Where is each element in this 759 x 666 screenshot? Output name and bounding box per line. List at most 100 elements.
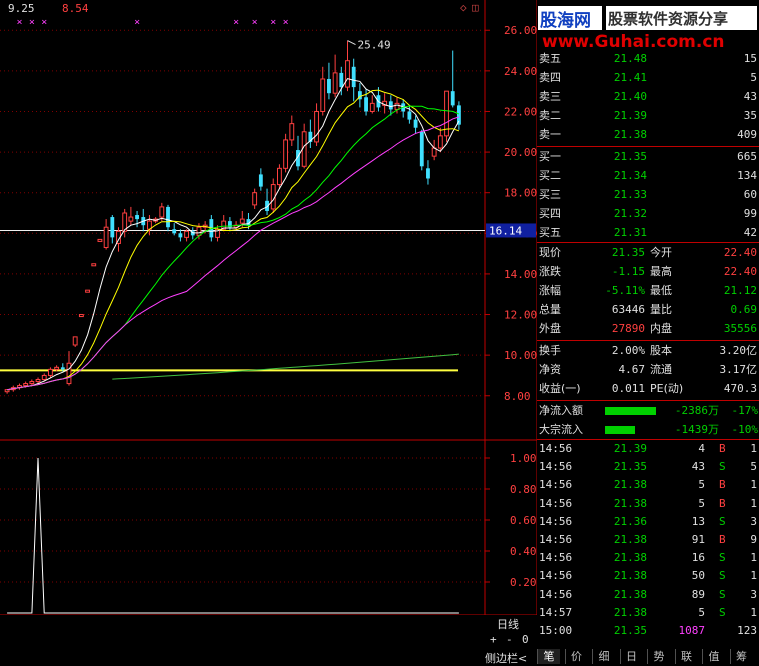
candle[interactable] <box>357 83 362 108</box>
candle[interactable] <box>437 127 443 153</box>
candle[interactable] <box>97 238 103 242</box>
tick-row[interactable]: 14:56 21.38 91 B 9 <box>537 531 759 549</box>
candle[interactable] <box>345 40 350 92</box>
candle[interactable] <box>456 101 461 130</box>
candle[interactable] <box>91 263 97 267</box>
tick-volume: 4 <box>698 442 705 455</box>
bid-row: 买五 21.31 42 <box>537 224 759 242</box>
tab-2[interactable]: 细 <box>592 649 615 664</box>
candle[interactable] <box>308 119 313 149</box>
candle[interactable] <box>128 206 134 226</box>
candle[interactable] <box>258 168 263 191</box>
tick-row[interactable]: 14:56 21.38 5 B 1 <box>537 495 759 513</box>
ask-volume: 5 <box>750 71 757 84</box>
candle[interactable] <box>252 188 258 209</box>
candle[interactable] <box>103 219 109 250</box>
zoom-in-button[interactable]: + <box>490 633 497 646</box>
candle[interactable] <box>401 99 406 118</box>
candle[interactable] <box>419 129 424 171</box>
candle[interactable] <box>141 208 146 232</box>
candle[interactable] <box>289 115 295 146</box>
tick-row[interactable]: 14:56 21.36 13 S 3 <box>537 513 759 531</box>
candle[interactable] <box>270 178 276 213</box>
candle[interactable] <box>178 229 183 242</box>
ask-price: 21.40 <box>613 90 647 103</box>
tick-count: 123 <box>737 624 757 637</box>
candle[interactable] <box>72 336 78 348</box>
candle[interactable] <box>388 95 393 116</box>
tab-0[interactable]: 笔 <box>537 649 560 664</box>
signal-marker: × <box>283 17 289 28</box>
tick-price: 21.38 <box>613 496 647 510</box>
candle[interactable] <box>283 133 289 173</box>
candle[interactable] <box>184 229 189 242</box>
ma30-line <box>7 116 460 391</box>
candle[interactable] <box>296 135 300 171</box>
candle[interactable] <box>122 208 128 238</box>
tick-row[interactable]: 15:00 21.35 1087 123 <box>537 622 759 640</box>
tick-row[interactable]: 14:57 21.38 5 S 1 <box>537 604 759 622</box>
candlestick-chart[interactable]: 26.0024.0022.0020.0018.0016.0014.0012.00… <box>0 0 537 615</box>
candle[interactable] <box>85 289 90 293</box>
candle[interactable] <box>17 383 22 390</box>
candle[interactable] <box>382 93 388 114</box>
tick-time: 14:56 <box>539 551 573 565</box>
price-axis-label: 8.00 <box>504 390 531 403</box>
candle[interactable] <box>110 215 115 244</box>
candle[interactable] <box>320 66 326 116</box>
quote-value: 21.35 <box>611 246 645 259</box>
quote-label: 总量 <box>539 303 561 316</box>
candle[interactable] <box>147 215 152 236</box>
candle[interactable] <box>327 62 331 100</box>
tick-row[interactable]: 14:56 21.39 4 B 1 <box>537 440 759 458</box>
tick-time: 14:56 <box>539 587 573 601</box>
quote-value: -5.11% <box>605 284 645 297</box>
ask-volume: 409 <box>737 128 757 141</box>
tab-4[interactable]: 势 <box>647 649 670 664</box>
candle[interactable] <box>135 210 139 228</box>
signal-marker: × <box>29 17 35 28</box>
max-price-label: 25.49 <box>358 39 391 52</box>
candle[interactable] <box>444 90 449 142</box>
candle[interactable] <box>78 314 84 318</box>
candle[interactable] <box>4 389 10 394</box>
candle[interactable] <box>166 204 170 232</box>
quote-panel: 卖五 21.48 15 卖四 21.41 5 卖三 21.40 43 卖二 21.39 35 卖一 21.… <box>537 50 759 650</box>
bid-list: 买一 21.35 665 买二 21.34 134 买三 21.33 60 买四 21.32 99 买五… <box>537 148 759 243</box>
period-label[interactable]: 日线 <box>497 616 519 632</box>
tab-1[interactable]: 价 <box>564 649 588 664</box>
candle[interactable] <box>48 367 53 378</box>
ask-price: 21.39 <box>613 109 647 122</box>
fund-flow: 净流入额 -2386万 -17% 大宗流入 -1439万 -10% <box>537 402 759 438</box>
tab-7[interactable]: 筹 <box>729 649 753 664</box>
candle[interactable] <box>431 139 437 161</box>
tick-count: 5 <box>750 460 757 474</box>
zoom-out-button[interactable]: - <box>506 633 513 646</box>
tick-row[interactable]: 14:56 21.38 50 S 1 <box>537 567 759 585</box>
bid-label: 买五 <box>539 226 561 239</box>
tab-3[interactable]: 日 <box>619 649 643 664</box>
candle[interactable] <box>227 217 232 232</box>
candle[interactable] <box>413 115 418 134</box>
candle[interactable] <box>277 164 282 189</box>
bid-price: 21.31 <box>613 226 647 239</box>
quote-label: 涨跌 <box>539 265 561 278</box>
tick-row[interactable]: 14:56 21.38 89 S 3 <box>537 586 759 604</box>
tick-list[interactable]: 14:56 21.39 4 B 1 14:56 21.35 43 S 5 14:56 21.38 5 B 1… <box>537 440 759 640</box>
tick-volume: 5 <box>698 605 705 619</box>
flow-row: 大宗流入 -1439万 -10% <box>537 421 759 439</box>
tab-5[interactable]: 联 <box>674 649 698 664</box>
candle[interactable] <box>369 95 375 114</box>
zoom-reset-button[interactable]: 0 <box>522 633 529 646</box>
tab-6[interactable]: 值 <box>702 649 725 664</box>
tick-row[interactable]: 14:56 21.38 16 S 1 <box>537 549 759 567</box>
candle[interactable] <box>450 50 455 108</box>
flow-label: 净流入额 <box>539 404 583 417</box>
tick-time: 15:00 <box>539 624 573 637</box>
tick-row[interactable]: 14:56 21.38 5 B 1 <box>537 476 759 494</box>
candle[interactable] <box>332 54 338 98</box>
candle[interactable] <box>314 103 319 146</box>
indicator-axis-label: 0.40 <box>510 545 537 558</box>
tick-row[interactable]: 14:56 21.35 43 S 5 <box>537 458 759 476</box>
candle[interactable] <box>426 160 430 185</box>
